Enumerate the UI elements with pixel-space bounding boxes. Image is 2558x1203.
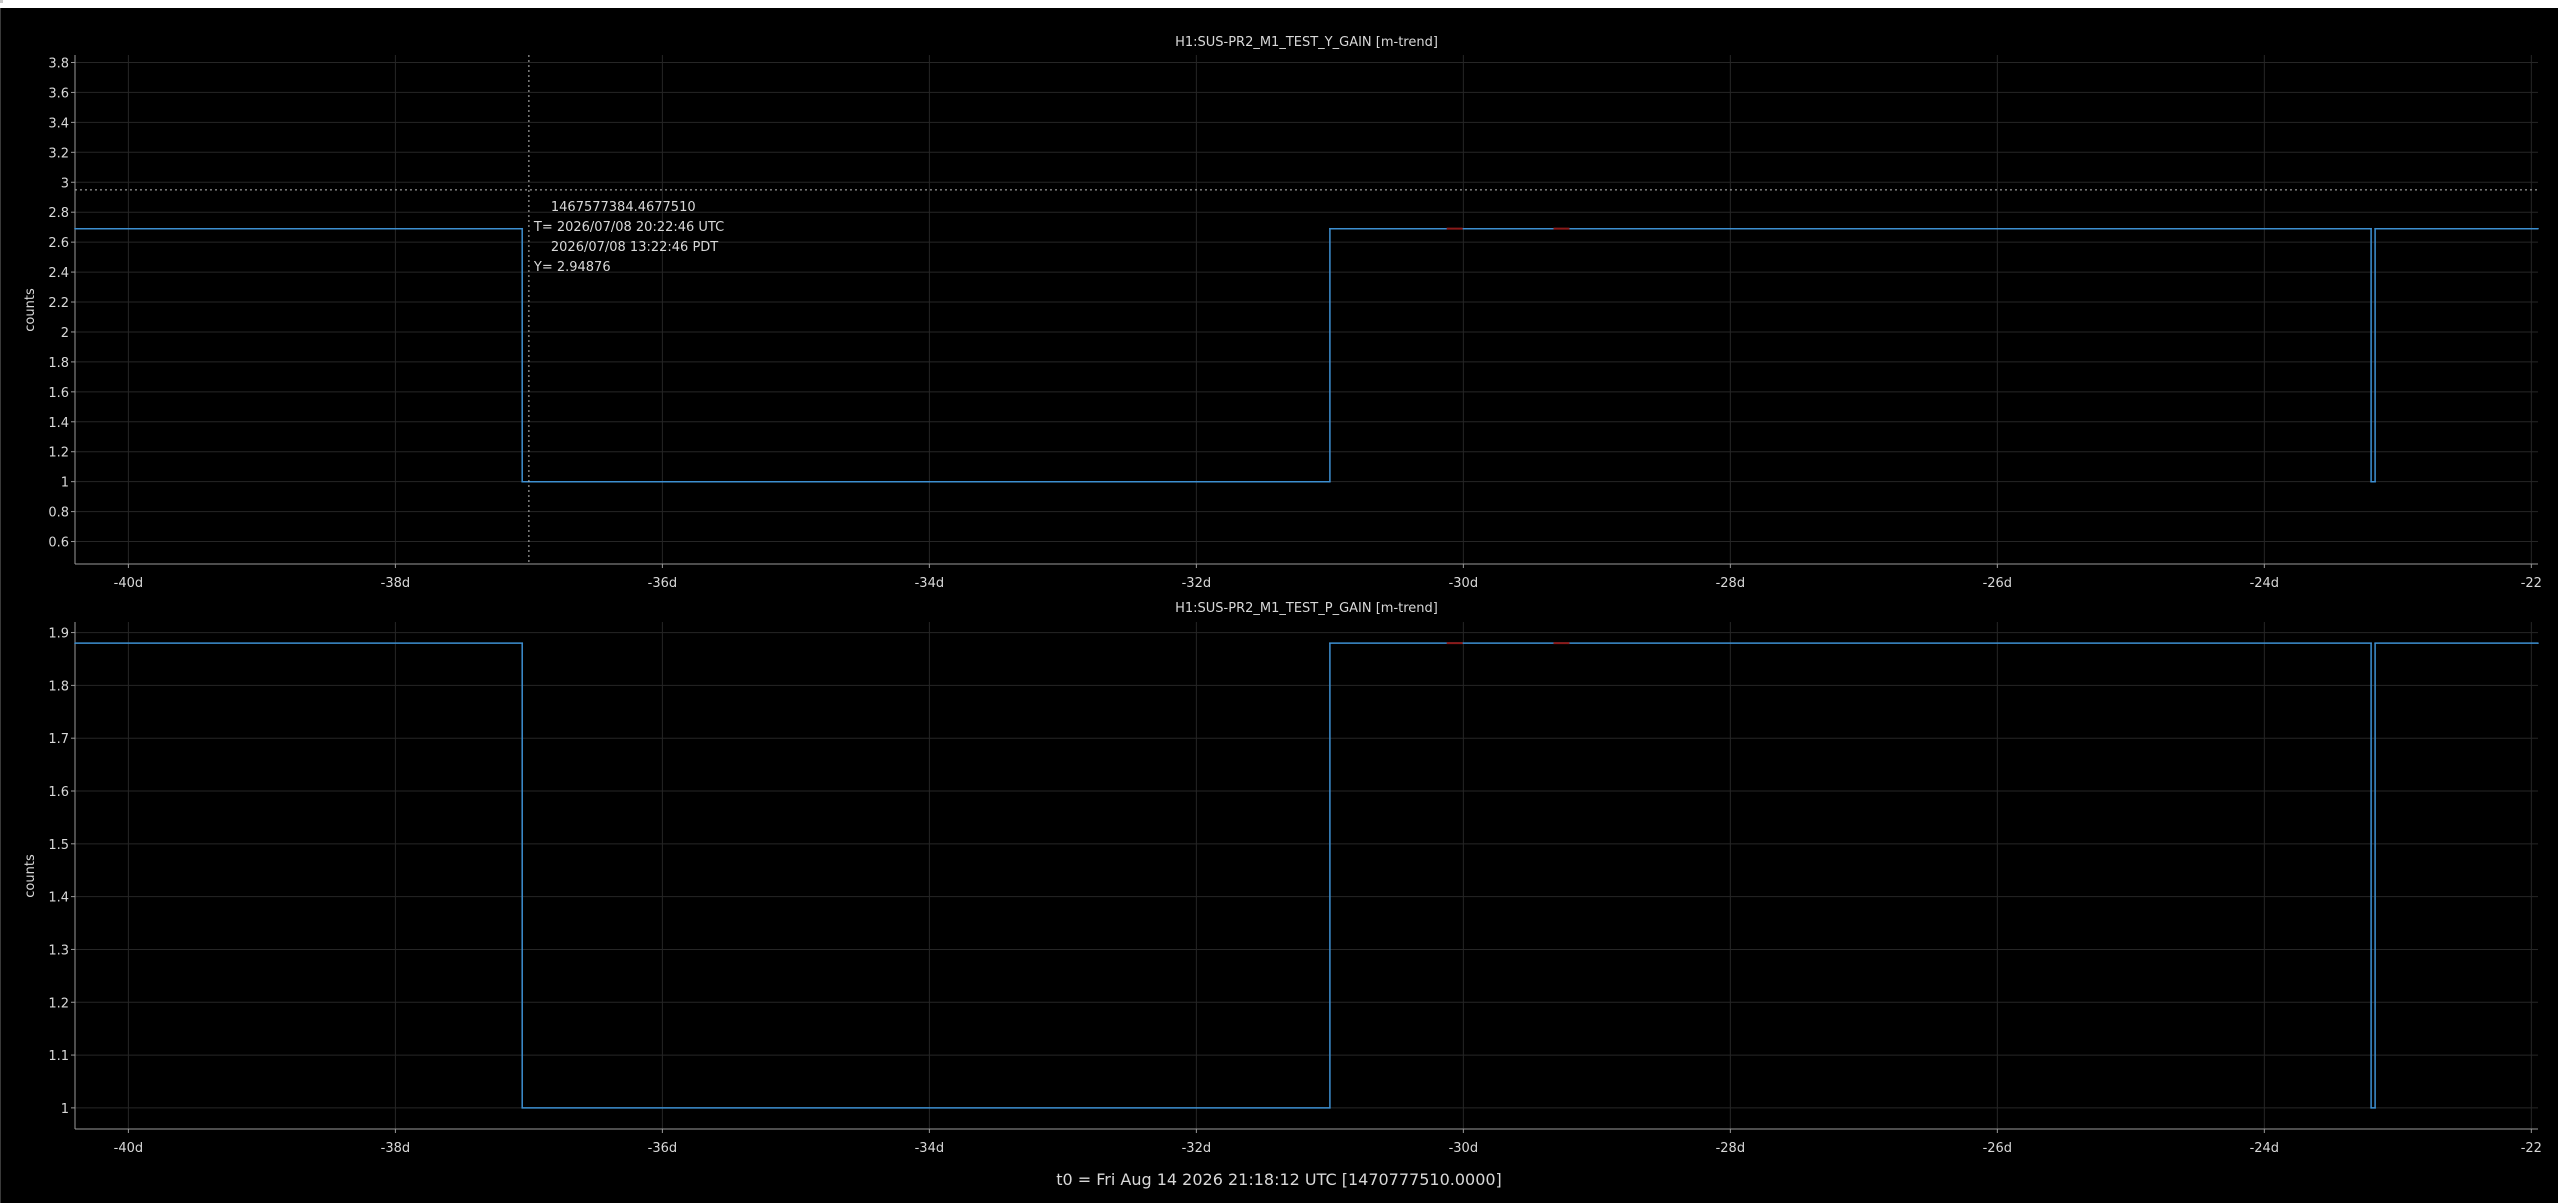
series-line [75, 642, 2538, 1109]
data-point [74, 642, 76, 644]
data-point [521, 642, 524, 644]
x-tick-label: -24d [2250, 1141, 2280, 1156]
chart-title: H1:SUS-PR2_M1_TEST_Y_GAIN [m-trend] [1175, 35, 1438, 50]
series-line [75, 227, 2538, 483]
data-point [74, 227, 76, 230]
y-tick-label: 3.4 [48, 116, 69, 131]
data-point [2370, 1107, 2372, 1109]
y-tick-label: 2.6 [48, 236, 69, 251]
t0-footer: t0 = Fri Aug 14 2026 21:18:12 UTC [14707… [1056, 1170, 1502, 1189]
x-tick-label: -24d [2250, 576, 2280, 591]
data-point [2537, 227, 2539, 230]
chart-title: H1:SUS-PR2_M1_TEST_P_GAIN [m-trend] [1175, 601, 1438, 616]
y-tick-label: 1.2 [48, 996, 69, 1011]
data-point [2374, 227, 2376, 230]
data-point [2370, 480, 2372, 483]
data-point [2370, 642, 2372, 644]
y-axis-label: counts [23, 854, 38, 898]
x-tick-label: -34d [915, 576, 945, 591]
y-tick-label: 1 [61, 476, 69, 491]
y-tick-label: 1.1 [48, 1049, 69, 1064]
data-point [521, 480, 524, 483]
y-tick-label: 1.6 [48, 386, 69, 401]
y-tick-label: 1.4 [48, 416, 69, 431]
cursor-utc-readout: T= 2026/07/08 20:22:46 UTC [533, 220, 724, 235]
data-point [2374, 1107, 2376, 1109]
x-tick-label: -26d [1983, 576, 2013, 591]
y-tick-label: 1.6 [48, 785, 69, 800]
y-tick-label: 3.2 [48, 146, 69, 161]
cursor-y-readout: Y= 2.94876 [533, 260, 611, 275]
x-tick-label: -28d [1716, 576, 1746, 591]
x-tick-label: -22 [2521, 1141, 2542, 1156]
y-axis-label: counts [23, 288, 38, 332]
cursor-gps-readout: 1467577384.4677510 [551, 200, 696, 215]
x-tick-label: -36d [648, 1141, 678, 1156]
y-tick-label: 1.7 [48, 732, 69, 747]
y-tick-label: 3.6 [48, 86, 69, 101]
x-tick-label: -36d [648, 576, 678, 591]
data-point [1329, 227, 1331, 230]
x-tick-label: -40d [114, 576, 144, 591]
x-tick-label: -38d [381, 576, 411, 591]
x-tick-label: -38d [381, 1141, 411, 1156]
y-tick-label: 0.8 [48, 506, 69, 521]
data-point [1329, 480, 1331, 483]
x-tick-label: -26d [1983, 1141, 2013, 1156]
x-tick-label: -40d [114, 1141, 144, 1156]
data-point [521, 1107, 524, 1109]
y-tick-label: 1.9 [48, 627, 69, 642]
x-tick-label: -32d [1182, 576, 1212, 591]
y-tick-label: 2.4 [48, 266, 69, 281]
x-tick-label: -32d [1182, 1141, 1212, 1156]
data-point [1329, 642, 1331, 644]
y-tick-label: 1.3 [48, 943, 69, 958]
data-point [521, 227, 524, 230]
x-tick-label: -30d [1449, 1141, 1479, 1156]
y-tick-label: 1.5 [48, 838, 69, 853]
y-tick-label: 1.8 [48, 679, 69, 694]
data-point [2370, 227, 2372, 230]
x-tick-label: -30d [1449, 576, 1479, 591]
data-point [2374, 642, 2376, 644]
trend-plots-canvas[interactable]: 0.6 0.8 1 1.2 1.4 1.6 1.8 2 2.2 2.4 2.6 2.8 3 3.2 3.4 3… [0, 0, 2558, 1203]
data-point [1329, 1107, 1331, 1109]
y-tick-label: 2.8 [48, 206, 69, 221]
y-tick-label: 2 [61, 326, 69, 341]
y-tick-label: 3.8 [48, 56, 69, 71]
data-point [2374, 480, 2376, 483]
y-tick-label: 1 [61, 1102, 69, 1117]
y-tick-label: 1.4 [48, 891, 69, 906]
y-tick-label: 1.2 [48, 446, 69, 461]
x-tick-label: -34d [915, 1141, 945, 1156]
y-tick-label: 0.6 [48, 536, 69, 551]
y-tick-label: 1.8 [48, 356, 69, 371]
x-tick-label: -28d [1716, 1141, 1746, 1156]
cursor-pdt-readout: 2026/07/08 13:22:46 PDT [551, 240, 718, 255]
y-tick-label: 2.2 [48, 296, 69, 311]
data-point [2537, 642, 2539, 644]
x-tick-label: -22 [2521, 576, 2542, 591]
y-tick-label: 3 [61, 176, 69, 191]
